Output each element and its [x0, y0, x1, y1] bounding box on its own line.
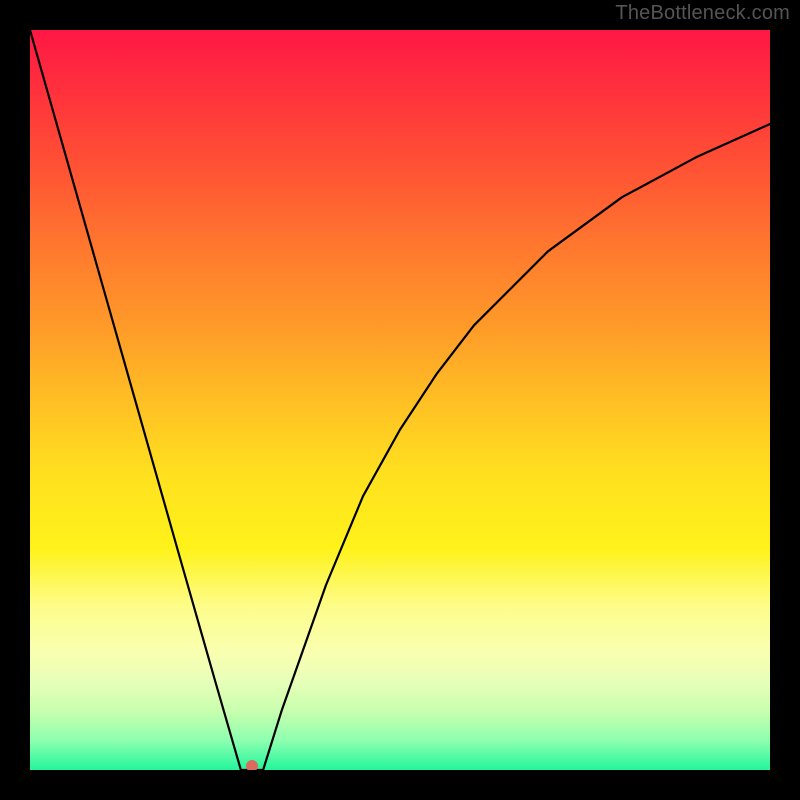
bottleneck-curve: [30, 30, 770, 770]
plot-area: [30, 30, 770, 770]
curve-svg: [30, 30, 770, 770]
watermark-text: TheBottleneck.com: [615, 2, 790, 25]
minimum-marker: [246, 760, 258, 770]
chart-frame: TheBottleneck.com: [0, 0, 800, 800]
